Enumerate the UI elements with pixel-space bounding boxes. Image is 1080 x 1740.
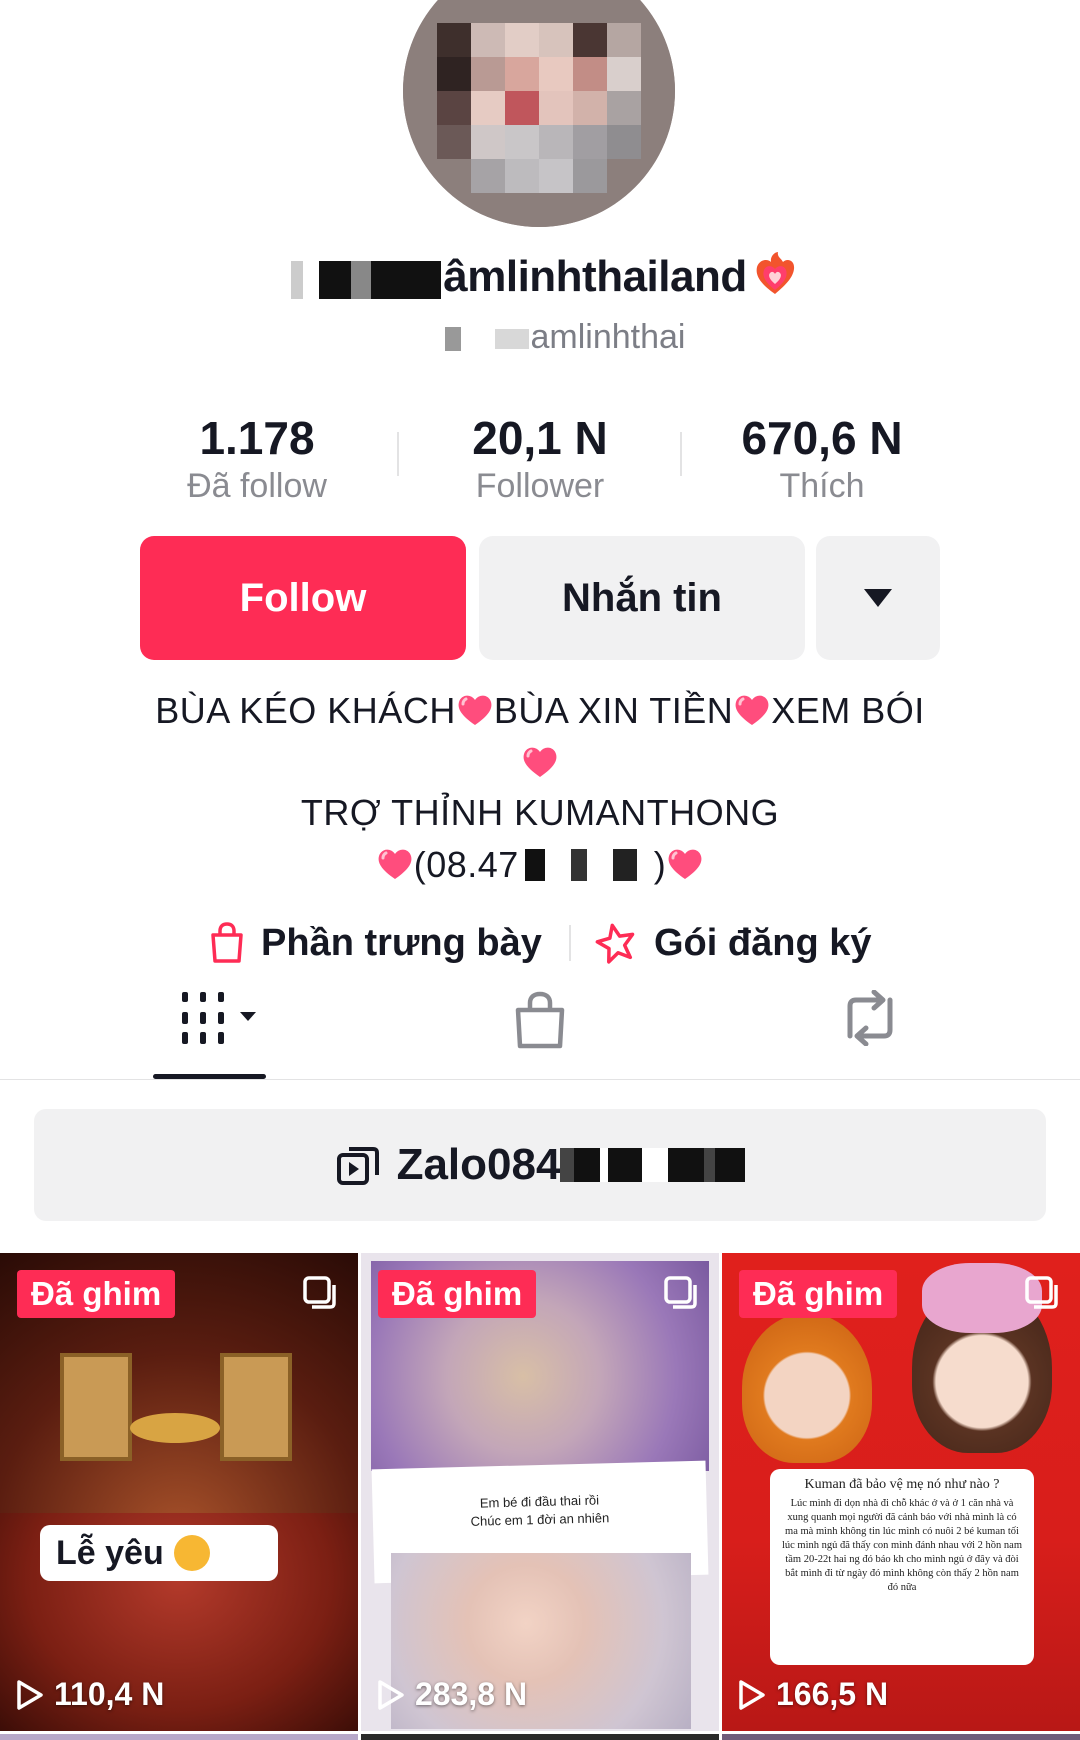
playlist-icon xyxy=(336,1147,379,1185)
altar-frame xyxy=(60,1353,132,1461)
stat-divider xyxy=(680,432,682,476)
dropdown-triangle-icon xyxy=(864,589,892,607)
star-badge-icon xyxy=(595,923,635,964)
stat-likes[interactable]: 670,6 N Thích xyxy=(692,412,952,508)
shopping-bag-icon xyxy=(211,922,243,963)
showcase-link[interactable]: Phần trưng bày xyxy=(207,918,542,968)
avatar[interactable] xyxy=(403,0,675,227)
following-label: Đã follow xyxy=(187,467,327,505)
bio-text: TRỢ THỈNH KUMANTHONG xyxy=(300,792,780,833)
link-divider xyxy=(569,925,571,961)
username: âmlinhthailand xyxy=(0,250,1080,309)
likes-label: Thích xyxy=(779,467,865,505)
smiling-face-icon xyxy=(173,1535,210,1571)
altar-tray xyxy=(130,1413,220,1443)
heart-icon xyxy=(376,845,414,881)
heart-icon xyxy=(733,691,771,727)
multi-photo-icon xyxy=(664,1276,697,1309)
more-options-button[interactable] xyxy=(816,536,940,660)
view-count-text: 283,8 N xyxy=(415,1676,528,1712)
tab-shop[interactable] xyxy=(513,990,567,1055)
heart-icon xyxy=(456,691,494,727)
follow-button[interactable]: Follow xyxy=(140,536,466,660)
tab-divider xyxy=(0,1079,1080,1080)
zalo-link-box[interactable]: Zalo084 xyxy=(34,1109,1046,1221)
doll-figure xyxy=(742,1313,872,1463)
bio-text: BÙA XIN TIỀN xyxy=(493,690,734,731)
follow-button-label: Follow xyxy=(239,575,367,620)
bio-line-2 xyxy=(60,742,1020,784)
video-tile[interactable]: Em bé đi đầu thai rồi Chúc em 1 đời an n… xyxy=(361,1253,719,1731)
followers-count: 20,1 N xyxy=(472,412,608,464)
shopping-bag-icon xyxy=(515,991,565,1049)
message-button[interactable]: Nhắn tin xyxy=(479,536,805,660)
bio-line-1: BÙA KÉO KHÁCH BÙA XIN TIỀN XEM BÓI xyxy=(60,690,1020,732)
tab-reposts[interactable] xyxy=(838,989,902,1051)
play-icon xyxy=(17,1679,43,1710)
username-text: âmlinhthailand xyxy=(443,252,747,302)
video-tile[interactable]: Lễ yêu Đã ghim 110,4 N xyxy=(0,1253,358,1731)
stat-divider xyxy=(397,432,399,476)
view-count: 110,4 N xyxy=(16,1676,164,1713)
zalo-text: Zalo084 xyxy=(396,1140,561,1189)
play-icon xyxy=(378,1679,404,1710)
bio-text: BÙA KÉO KHÁCH xyxy=(155,690,456,731)
video-tile[interactable]: Kuman đã bảo vệ mẹ nó như nào ? Lúc mình… xyxy=(722,1253,1080,1731)
message-button-label: Nhắn tin xyxy=(562,575,722,620)
showcase-label: Phần trưng bày xyxy=(261,921,542,964)
stat-followers[interactable]: 20,1 N Follower xyxy=(410,412,670,508)
multi-photo-icon xyxy=(1025,1276,1058,1309)
fire-heart-icon xyxy=(751,250,799,309)
redacted-block xyxy=(518,849,654,881)
handle-text: amlinhthai xyxy=(530,318,686,356)
play-icon xyxy=(739,1679,765,1710)
view-count: 283,8 N xyxy=(377,1676,527,1713)
view-count-text: 166,5 N xyxy=(776,1676,889,1712)
redacted-block xyxy=(494,329,529,350)
heart-icon xyxy=(521,743,559,779)
view-count: 166,5 N xyxy=(738,1676,888,1713)
redacted-block xyxy=(281,260,442,299)
grid-icon xyxy=(182,992,256,1044)
redacted-block xyxy=(394,327,495,352)
bio-line-4: (08.47) xyxy=(60,844,1020,886)
multi-photo-icon xyxy=(303,1276,336,1309)
bio-line-3: TRỢ THỈNH KUMANTHONG xyxy=(60,792,1020,834)
next-row-tiles[interactable] xyxy=(0,1734,1080,1740)
stat-following[interactable]: 1.178 Đã follow xyxy=(127,412,387,508)
video-caption-text: Lễ yêu xyxy=(56,1533,164,1572)
video-caption-text: Lúc mình đi dọn nhà đi chỗ khác ở và ở 1… xyxy=(781,1498,1022,1593)
altar-frame xyxy=(220,1353,292,1461)
following-count: 1.178 xyxy=(199,412,315,464)
video-caption: Lễ yêu xyxy=(40,1525,278,1581)
video-caption-title: Kuman đã bảo vệ mẹ nó như nào ? xyxy=(804,1477,1000,1492)
subscription-label: Gói đăng ký xyxy=(654,921,872,964)
bio-text: XEM BÓI xyxy=(771,690,925,731)
pinned-badge: Đã ghim xyxy=(17,1270,176,1318)
handle: amlinhthai xyxy=(0,318,1080,357)
video-caption: Kuman đã bảo vệ mẹ nó như nào ? Lúc mình… xyxy=(770,1469,1034,1665)
pinned-badge: Đã ghim xyxy=(378,1270,537,1318)
subscription-link[interactable]: Gói đăng ký xyxy=(592,918,871,968)
redacted-block xyxy=(560,1148,746,1182)
tab-videos[interactable] xyxy=(180,990,262,1051)
view-count-text: 110,4 N xyxy=(54,1676,165,1712)
likes-count: 670,6 N xyxy=(741,412,903,464)
pinned-badge: Đã ghim xyxy=(739,1270,898,1318)
bio-text: ) xyxy=(653,844,667,885)
repost-icon xyxy=(847,989,893,1047)
heart-icon xyxy=(666,845,704,881)
bio-text: (08.47 xyxy=(413,844,519,885)
followers-label: Follower xyxy=(475,467,605,505)
